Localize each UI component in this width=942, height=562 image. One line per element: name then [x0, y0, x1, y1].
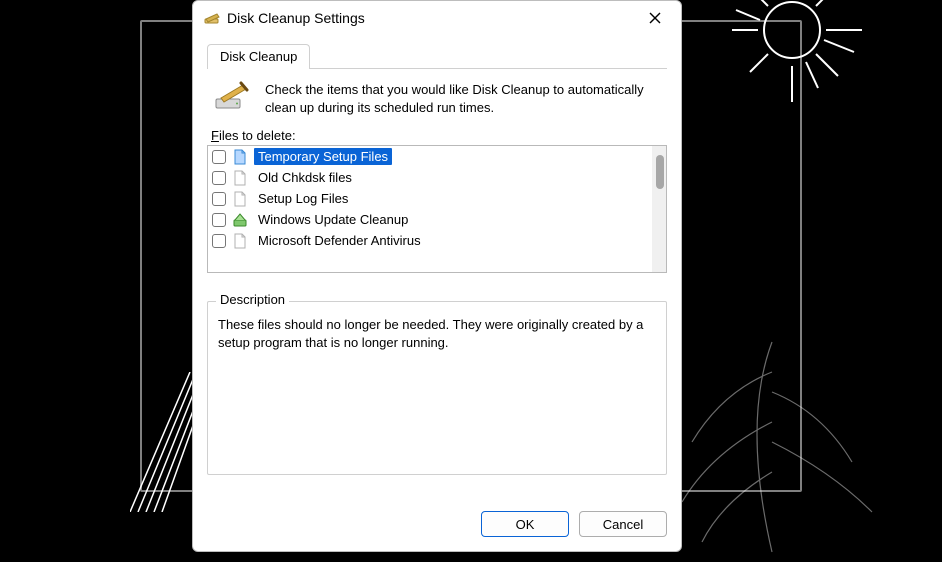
- intro-row: Check the items that you would like Disk…: [207, 69, 667, 126]
- tab-disk-cleanup[interactable]: Disk Cleanup: [207, 44, 310, 69]
- list-item[interactable]: Setup Log Files: [208, 188, 652, 209]
- item-label: Windows Update Cleanup: [254, 211, 412, 228]
- item-label: Temporary Setup Files: [254, 148, 392, 165]
- list-item[interactable]: Microsoft Defender Antivirus: [208, 230, 652, 251]
- item-checkbox[interactable]: [212, 150, 226, 164]
- item-label: Old Chkdsk files: [254, 169, 356, 186]
- description-legend: Description: [216, 292, 289, 307]
- dialog-body: Disk Cleanup Check the items that you wo…: [193, 35, 681, 499]
- button-bar: OK Cancel: [193, 499, 681, 551]
- files-to-delete-label: Files to delete:: [207, 126, 667, 145]
- disk-cleanup-dialog: Disk Cleanup Settings Disk Cleanup Check…: [192, 0, 682, 552]
- scrollbar-thumb[interactable]: [656, 155, 664, 189]
- item-checkbox[interactable]: [212, 234, 226, 248]
- item-label: Microsoft Defender Antivirus: [254, 232, 425, 249]
- disk-cleanup-app-icon: [203, 9, 221, 27]
- file-icon: [232, 191, 248, 207]
- list-item[interactable]: Old Chkdsk files: [208, 167, 652, 188]
- item-label: Setup Log Files: [254, 190, 352, 207]
- scrollbar[interactable]: [652, 146, 666, 272]
- broom-drive-icon: [213, 81, 253, 111]
- files-listbox[interactable]: Temporary Setup Files Old Chkdsk files Set…: [207, 145, 667, 273]
- list-item[interactable]: Windows Update Cleanup: [208, 209, 652, 230]
- description-group: Description These files should no longer…: [207, 301, 667, 475]
- close-button[interactable]: [637, 4, 673, 32]
- window-title: Disk Cleanup Settings: [227, 10, 637, 26]
- file-icon: [232, 212, 248, 228]
- file-icon: [232, 170, 248, 186]
- tabstrip: Disk Cleanup: [207, 43, 667, 69]
- file-icon: [232, 233, 248, 249]
- list-item[interactable]: Temporary Setup Files: [208, 146, 652, 167]
- ok-button[interactable]: OK: [481, 511, 569, 537]
- sun-doodle: [702, 0, 882, 150]
- item-checkbox[interactable]: [212, 192, 226, 206]
- item-checkbox[interactable]: [212, 213, 226, 227]
- titlebar[interactable]: Disk Cleanup Settings: [193, 1, 681, 35]
- item-checkbox[interactable]: [212, 171, 226, 185]
- cancel-button[interactable]: Cancel: [579, 511, 667, 537]
- close-icon: [649, 12, 661, 24]
- file-icon: [232, 149, 248, 165]
- intro-text: Check the items that you would like Disk…: [265, 81, 661, 116]
- description-text: These files should no longer be needed. …: [218, 316, 656, 351]
